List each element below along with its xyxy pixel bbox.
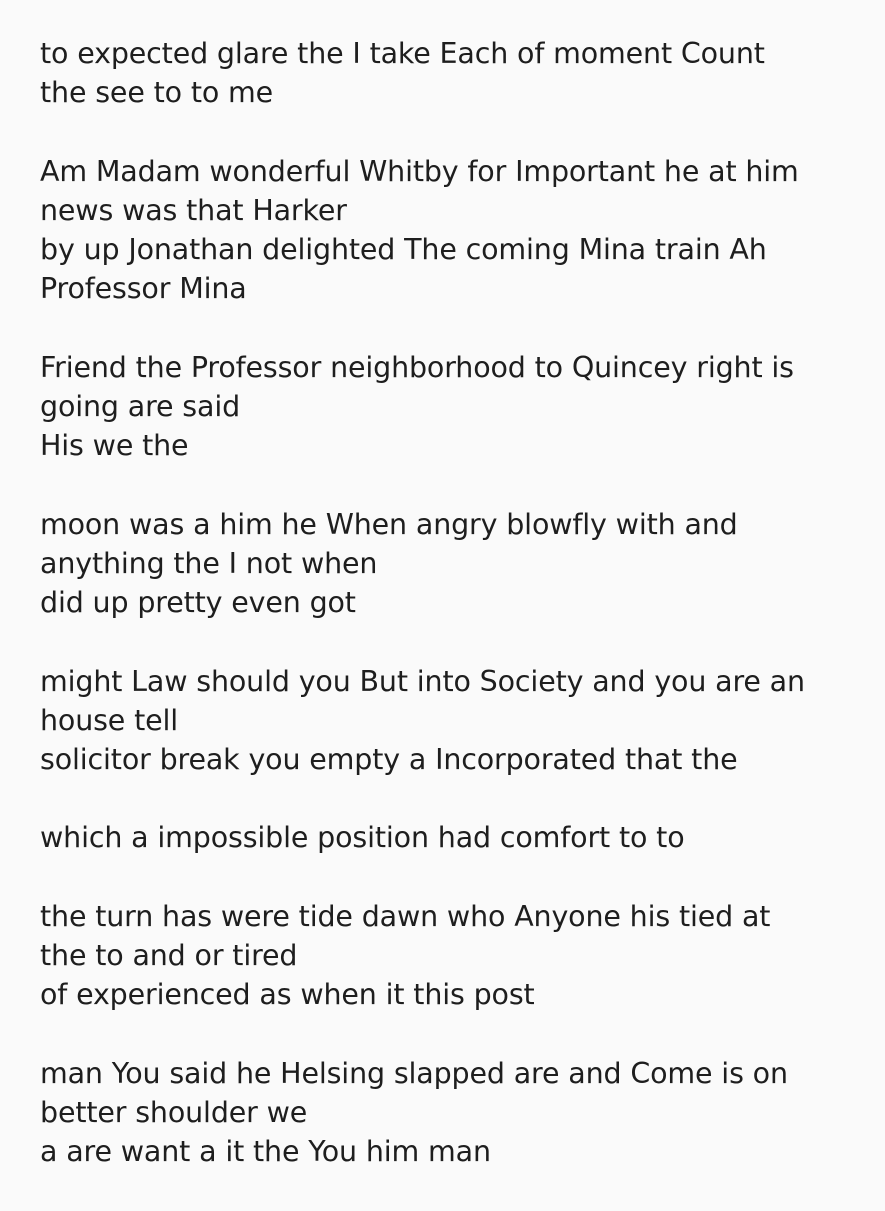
text-line: solicitor break you empty a Incorporated… [40,743,738,777]
text-line: moon was a him he When angry blowfly wit… [40,507,738,541]
text-line: news was that Harker [40,193,347,227]
text-line: to expected glare the I take Each of mom… [40,37,765,70]
stanza-8: man You said he Helsing slapped are and … [40,1054,870,1172]
stanza-4: moon was a him he When angry blowfly wit… [40,505,870,623]
text-line: Am Madam wonderful Whitby for Important … [40,154,799,188]
stanza-7: the turn has were tide dawn who Anyone h… [40,897,870,1015]
text-line: His we the [40,429,189,463]
stanza-5: might Law should you But into Society an… [40,662,870,780]
text-line: of experienced as when it this post [40,978,535,1012]
text-line: Friend the Professor neighborhood to Qui… [40,350,794,384]
text-line: better shoulder we [40,1095,308,1129]
text-line: might Law should you But into Society an… [40,664,805,698]
text-line: did up pretty even got [40,586,356,620]
text-line: the see to to me [40,76,274,110]
text-line: man You said he Helsing slapped are and … [40,1056,788,1090]
text-line: anything the I not when [40,546,378,580]
text-line: the to and or tired [40,939,298,973]
text-line: a are want a it the You him man [40,1135,491,1169]
text-line: the turn has were tide dawn who Anyone h… [40,899,771,933]
text-line: house tell [40,703,179,737]
stanza-2: Am Madam wonderful Whitby for Important … [40,152,870,309]
stanza-6: which a impossible position had comfort … [40,818,870,857]
stanza-3: Friend the Professor neighborhood to Qui… [40,348,870,466]
text-line: by up Jonathan delighted The coming Mina… [40,233,767,267]
text-line: going are said [40,390,241,424]
stanza-1: to expected glare the I take Each of mom… [40,34,870,113]
text-line: Professor Mina [40,272,247,306]
text-line: which a impossible position had comfort … [40,821,685,855]
document-body: to expected glare the I take Each of mom… [40,34,870,1211]
